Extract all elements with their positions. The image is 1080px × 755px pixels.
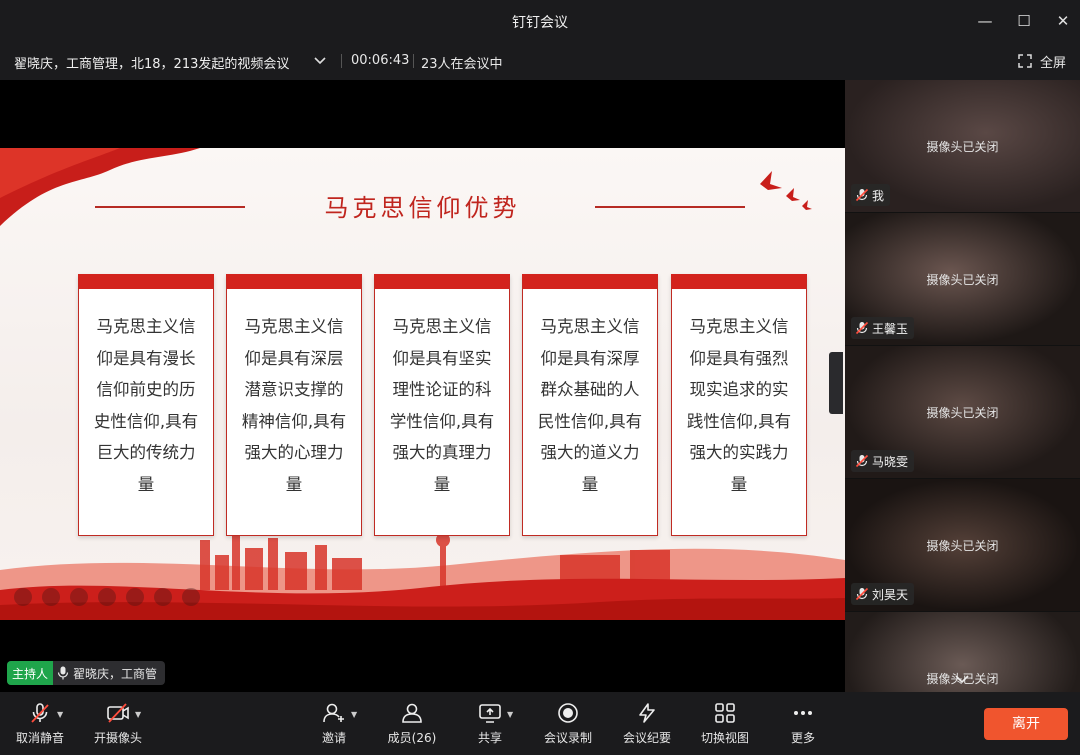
members-label: 成员(26) <box>387 731 437 745</box>
camera-label: 开摄像头 <box>93 731 142 745</box>
switch-view-button[interactable]: 切换视图 <box>690 700 760 750</box>
video-icon[interactable] <box>126 588 144 606</box>
participant-tile[interactable]: 摄像头已关闭 <box>845 612 1080 692</box>
card-text: 马克思主义信仰是具有强烈现实追求的实践性信仰,具有强大的实践力量 <box>686 317 792 494</box>
share-button[interactable]: ▼ 共享 <box>455 700 525 750</box>
title-bar: 钉钉会议 — ☐ ✕ <box>0 0 1080 42</box>
meeting-toolbar: ▼ 取消静音 ▼ 开摄像头 ▼ 邀请 成员(26) ▼ 共享 会议录制 会议纪要… <box>0 692 1080 755</box>
invite-button[interactable]: ▼ 邀请 <box>299 700 369 750</box>
participant-label: 马晓雯 <box>851 450 915 472</box>
card-text: 马克思主义信仰是具有漫长信仰前史的历史性信仰,具有巨大的传统力量 <box>93 317 199 494</box>
more-label: 更多 <box>790 731 815 745</box>
caret-icon[interactable]: ▼ <box>351 710 357 719</box>
share-screen-icon <box>479 704 501 723</box>
fullscreen-label: 全屏 <box>1039 55 1066 71</box>
participant-gallery: 摄像头已关闭 我 摄像头已关闭 王馨玉 摄像头已关闭 马晓雯 摄像头已关闭 刘昊… <box>845 80 1080 692</box>
participant-tile[interactable]: 摄像头已关闭 刘昊天 <box>845 479 1080 611</box>
share-label: 共享 <box>477 731 502 745</box>
mic-muted-icon <box>855 188 869 202</box>
participant-name: 我 <box>872 188 885 203</box>
next-slide-icon[interactable] <box>42 588 60 606</box>
host-speaker: 翟晓庆，工商管 <box>53 665 165 682</box>
meeting-name: 翟晓庆，工商管理，北18，213发起的视频会议 <box>14 57 290 72</box>
window-title: 钉钉会议 <box>512 15 568 31</box>
slide-controls <box>14 588 200 606</box>
minutes-button[interactable]: 会议纪要 <box>612 700 682 750</box>
fullscreen-button[interactable]: 全屏 <box>1018 50 1066 72</box>
camera-off-text: 摄像头已关闭 <box>926 140 999 154</box>
record-label: 会议录制 <box>543 731 592 745</box>
slide-title: 马克思信仰优势 <box>324 194 521 222</box>
maximize-button[interactable]: ☐ <box>1013 10 1035 32</box>
slide-card-4: 马克思主义信仰是具有深厚群众基础的人民性信仰,具有强大的道义力量 <box>522 274 658 536</box>
card-text: 马克思主义信仰是具有深厚群众基础的人民性信仰,具有强大的道义力量 <box>537 317 643 494</box>
shared-screen: 马克思信仰优势 马克思主义信仰是具有漫长信仰前史的历史性信仰,具有巨大的传统力量… <box>0 80 845 692</box>
participant-name: 王馨玉 <box>872 321 909 336</box>
host-badge: 主持人 翟晓庆，工商管 <box>7 661 166 685</box>
participant-tile[interactable]: 摄像头已关闭 王馨玉 <box>845 213 1080 345</box>
participant-tile[interactable]: 摄像头已关闭 马晓雯 <box>845 346 1080 478</box>
mic-muted-icon <box>31 703 49 723</box>
record-icon <box>558 703 578 723</box>
pointer-icon[interactable] <box>98 588 116 606</box>
collapse-sidebar-handle[interactable] <box>829 352 843 414</box>
unmute-button[interactable]: ▼ 取消静音 <box>5 700 75 750</box>
subtitle-icon[interactable] <box>154 588 172 606</box>
participant-count: 23人在会议中 <box>421 57 503 72</box>
close-button[interactable]: ✕ <box>1052 10 1074 32</box>
more-button[interactable]: 更多 <box>768 700 838 750</box>
host-name: 翟晓庆，工商管 <box>73 666 158 681</box>
members-button[interactable]: 成员(26) <box>377 700 447 750</box>
participant-label: 王馨玉 <box>851 317 915 339</box>
participant-tile[interactable]: 摄像头已关闭 我 <box>845 80 1080 212</box>
slide-card-3: 马克思主义信仰是具有坚实理性论证的科学性信仰,具有强大的真理力量 <box>374 274 510 536</box>
mic-muted-icon <box>855 587 869 601</box>
slide-card-1: 马克思主义信仰是具有漫长信仰前史的历史性信仰,具有巨大的传统力量 <box>78 274 214 536</box>
chevron-down-icon[interactable] <box>311 52 329 70</box>
leave-button[interactable]: 离开 <box>984 708 1068 740</box>
meeting-timer: 00:06:43 <box>351 53 410 68</box>
grid-view-icon <box>715 703 735 723</box>
divider <box>341 54 342 68</box>
participant-label: 我 <box>851 184 891 206</box>
card-text: 马克思主义信仰是具有深层潜意识支撑的精神信仰,具有强大的心理力量 <box>241 317 347 494</box>
add-user-icon <box>323 703 344 723</box>
record-button[interactable]: 会议录制 <box>533 700 603 750</box>
participant-name: 刘昊天 <box>872 587 909 602</box>
mic-muted-icon <box>855 321 869 335</box>
card-text: 马克思主义信仰是具有坚实理性论证的科学性信仰,具有强大的真理力量 <box>389 317 495 494</box>
minimize-button[interactable]: — <box>974 10 996 32</box>
minutes-icon <box>639 703 655 723</box>
camera-off-text: 摄像头已关闭 <box>926 273 999 287</box>
members-icon <box>402 703 422 723</box>
divider <box>413 54 414 68</box>
host-tag: 主持人 <box>7 661 54 685</box>
unmute-label: 取消静音 <box>15 731 64 745</box>
caret-icon[interactable]: ▼ <box>135 710 141 719</box>
switch-view-label: 切换视图 <box>700 731 749 745</box>
caret-icon[interactable]: ▼ <box>507 710 513 719</box>
camera-off-icon <box>107 703 129 723</box>
more-icon <box>794 711 812 715</box>
participant-name: 马晓雯 <box>872 454 909 469</box>
presentation-slide: 马克思信仰优势 马克思主义信仰是具有漫长信仰前史的历史性信仰,具有巨大的传统力量… <box>0 148 845 620</box>
invite-label: 邀请 <box>321 731 346 745</box>
slide-card-5: 马克思主义信仰是具有强烈现实追求的实践性信仰,具有强大的实践力量 <box>671 274 807 536</box>
chevron-down-icon[interactable] <box>954 674 970 684</box>
minutes-label: 会议纪要 <box>622 731 671 745</box>
pen-icon[interactable] <box>70 588 88 606</box>
meeting-info-bar: 翟晓庆，工商管理，北18，213发起的视频会议 00:06:43 23人在会议中… <box>0 42 1080 80</box>
more-options-icon[interactable] <box>182 588 200 606</box>
microphone-icon <box>57 666 69 680</box>
slide-card-2: 马克思主义信仰是具有深层潜意识支撑的精神信仰,具有强大的心理力量 <box>226 274 362 536</box>
camera-off-text: 摄像头已关闭 <box>926 539 999 553</box>
camera-button[interactable]: ▼ 开摄像头 <box>83 700 153 750</box>
caret-icon[interactable]: ▼ <box>57 710 63 719</box>
participant-label: 刘昊天 <box>851 583 915 605</box>
camera-off-text: 摄像头已关闭 <box>926 406 999 420</box>
prev-slide-icon[interactable] <box>14 588 32 606</box>
mic-muted-icon <box>855 454 869 468</box>
fullscreen-icon <box>1018 54 1032 68</box>
